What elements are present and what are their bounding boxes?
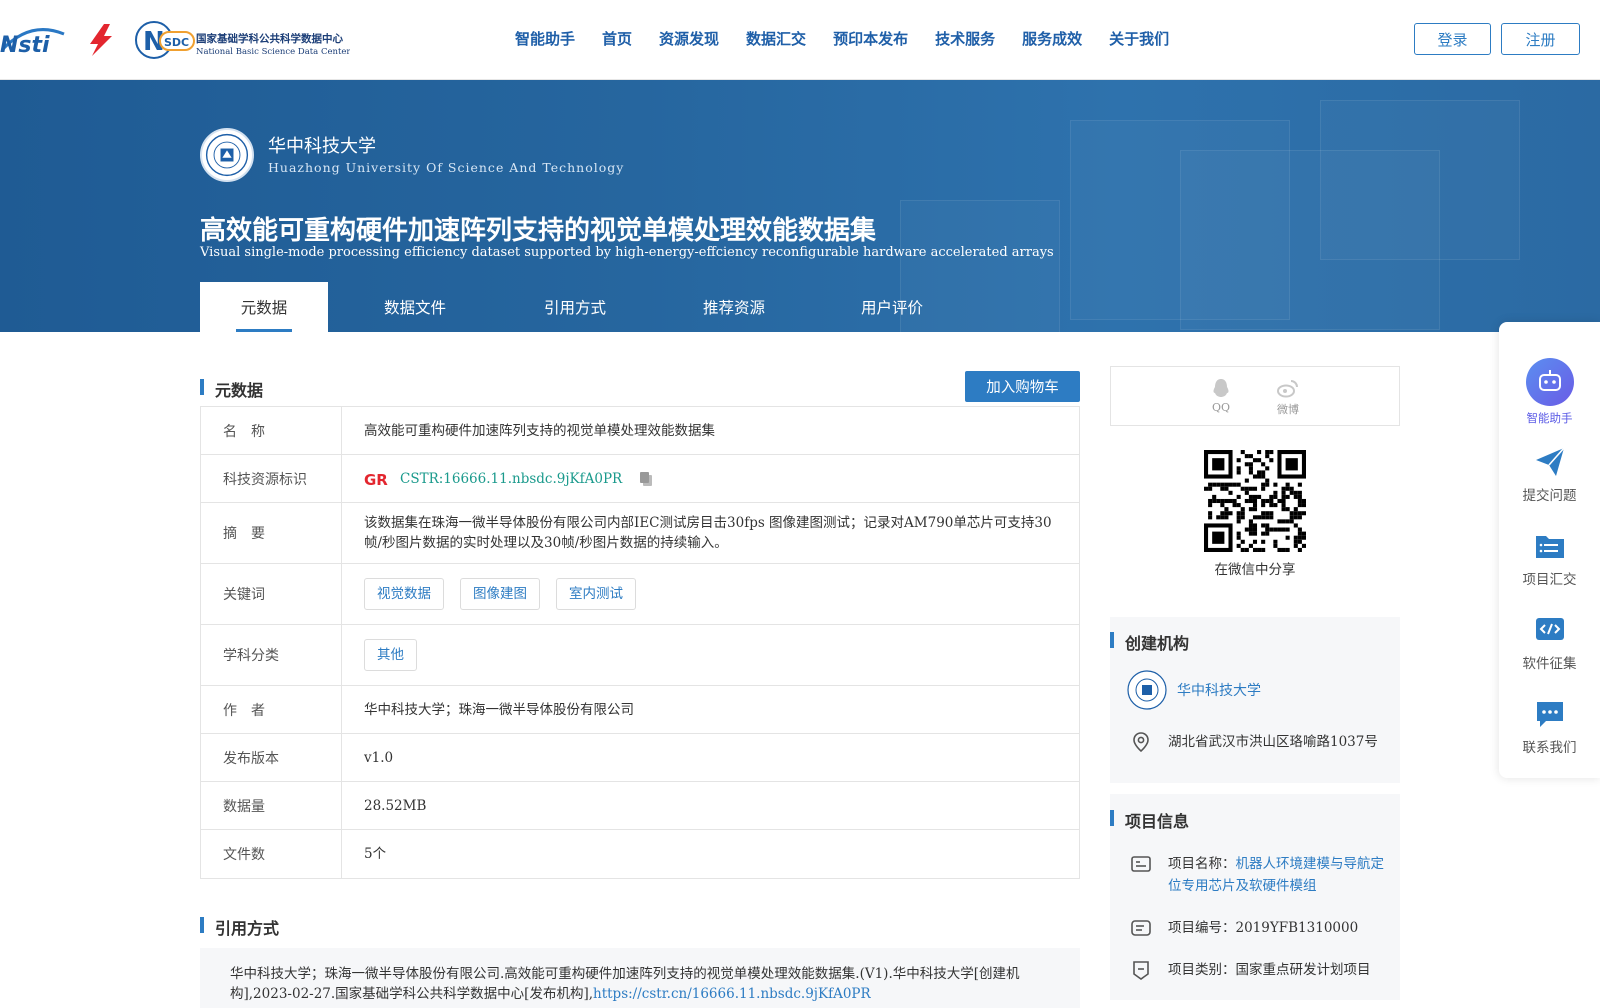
keyword-tag[interactable]: 视觉数据 xyxy=(364,578,444,610)
detail-tabs: 元数据 数据文件 引用方式 推荐资源 用户评价 xyxy=(200,282,964,332)
copy-icon[interactable] xyxy=(638,471,654,487)
share-box: QQ 微博 xyxy=(1110,366,1400,426)
project-type: 国家重点研发计划项目 xyxy=(1235,962,1371,978)
nav-service-results[interactable]: 服务成效 xyxy=(1022,28,1082,49)
dataset-version: v1.0 xyxy=(364,749,394,766)
dataset-size: 28.52MB xyxy=(364,797,427,814)
folder-list-icon xyxy=(1535,536,1564,558)
dataset-authors: 华中科技大学；珠海一微半导体股份有限公司 xyxy=(364,701,634,718)
shield-icon xyxy=(1133,961,1149,980)
table-row: 摘 要 该数据集在珠海一微半导体股份有限公司内部IEC测试房目击30fps 图像… xyxy=(201,503,1079,564)
project-code-row: 项目编号：2019YFB1310000 xyxy=(1130,917,1390,939)
dataset-title: 高效能可重构硬件加速阵列支持的视觉单模处理效能数据集 xyxy=(200,216,877,246)
nsdc-logo[interactable]: N SDC 国家基础学科公共科学数据中心 National Basic Scie… xyxy=(134,20,350,60)
svg-text:Nsti: Nsti xyxy=(0,33,50,56)
tab-metadata[interactable]: 元数据 xyxy=(200,282,328,332)
creator-logo xyxy=(1127,670,1167,710)
dataset-name: 高效能可重构硬件加速阵列支持的视觉单模处理效能数据集 xyxy=(364,422,715,439)
nav-resource-discovery[interactable]: 资源发现 xyxy=(659,28,719,49)
svg-text:National Basic Science Data Ce: National Basic Science Data Center xyxy=(196,47,350,57)
citation-section-title: 引用方式 xyxy=(200,915,279,939)
project-section-title: 项目信息 xyxy=(1110,808,1189,832)
login-button[interactable]: 登录 xyxy=(1414,23,1491,55)
nav-home[interactable]: 首页 xyxy=(602,28,632,49)
table-row: 文件数 5个 xyxy=(201,830,1079,878)
metadata-table: 名 称 高效能可重构硬件加速阵列支持的视觉单模处理效能数据集 科技资源标识 GR… xyxy=(200,406,1080,879)
project-type-row: 项目类别：国家重点研发计划项目 xyxy=(1130,959,1390,981)
cstr-text: CSTR:16666.11.nbsdc.9jKfA0PR xyxy=(400,470,623,487)
id-card-icon xyxy=(1131,920,1151,936)
dataset-file-count: 5个 xyxy=(364,846,387,862)
university-logo xyxy=(200,128,254,182)
wechat-share-caption: 在微信中分享 xyxy=(1214,562,1296,578)
keyword-tag[interactable]: 室内测试 xyxy=(556,578,636,610)
float-contact-us[interactable]: 联系我们 xyxy=(1499,698,1600,756)
main-nav: 智能助手 首页 资源发现 数据汇交 预印本发布 技术服务 服务成效 关于我们 xyxy=(515,28,1169,49)
tab-user-reviews[interactable]: 用户评价 xyxy=(820,282,964,332)
float-ai-assistant[interactable]: 智能助手 xyxy=(1499,358,1600,426)
svg-text:国家基础学科公共科学数据中心: 国家基础学科公共科学数据中心 xyxy=(196,32,343,45)
weibo-icon xyxy=(1277,380,1298,398)
creator-name-link[interactable]: 华中科技大学 xyxy=(1177,680,1261,700)
project-name-row: 项目名称：机器人环境建模与导航定位专用芯片及软硬件模组 xyxy=(1130,853,1390,897)
share-qq[interactable]: QQ xyxy=(1210,377,1232,425)
cstr-logo-icon: GR xyxy=(364,471,388,487)
float-software-call[interactable]: 软件征集 xyxy=(1499,614,1600,672)
table-row: 学科分类 其他 xyxy=(201,625,1079,686)
qq-icon xyxy=(1213,379,1229,397)
tab-recommended[interactable]: 推荐资源 xyxy=(648,282,820,332)
table-row: 数据量 28.52MB xyxy=(201,782,1079,830)
float-project-submission[interactable]: 项目汇交 xyxy=(1499,530,1600,588)
university-name: 华中科技大学 xyxy=(268,136,376,157)
document-icon xyxy=(1131,856,1151,872)
top-bar: Nsti N SDC 国家基础学科公共科学数据中心 National Basic… xyxy=(0,0,1600,80)
paper-plane-icon xyxy=(1535,447,1565,476)
nav-tech-service[interactable]: 技术服务 xyxy=(935,28,995,49)
nav-about[interactable]: 关于我们 xyxy=(1109,28,1169,49)
table-row: 发布版本 v1.0 xyxy=(201,734,1079,782)
robot-icon xyxy=(1525,358,1574,406)
cstr-identifier[interactable]: GR CSTR:16666.11.nbsdc.9jKfA0PR xyxy=(364,469,654,489)
table-row: 名 称 高效能可重构硬件加速阵列支持的视觉单模处理效能数据集 xyxy=(201,407,1079,455)
keyword-tag[interactable]: 图像建图 xyxy=(460,578,540,610)
dataset-abstract: 该数据集在珠海一微半导体股份有限公司内部IEC测试房目击30fps 图像建图测试… xyxy=(364,515,1052,551)
code-icon xyxy=(1535,618,1564,640)
project-code: 2019YFB1310000 xyxy=(1235,920,1359,936)
svg-text:GR: GR xyxy=(364,471,388,487)
nav-ai-assistant[interactable]: 智能助手 xyxy=(515,28,575,49)
tab-citation[interactable]: 引用方式 xyxy=(502,282,648,332)
add-to-cart-button[interactable]: 加入购物车 xyxy=(965,371,1080,402)
tab-data-files[interactable]: 数据文件 xyxy=(328,282,502,332)
location-icon xyxy=(1133,732,1149,753)
floating-toolbar: 智能助手 提交问题 项目汇交 软件征集 联系我们 xyxy=(1499,322,1600,778)
subject-tag[interactable]: 其他 xyxy=(364,639,417,671)
table-row: 关键词 视觉数据 图像建图 室内测试 xyxy=(201,564,1079,625)
dataset-title-en: Visual single-mode processing efficiency… xyxy=(200,245,1054,260)
metadata-section-title: 元数据 xyxy=(200,377,263,401)
table-row: 作 者 华中科技大学；珠海一微半导体股份有限公司 xyxy=(201,686,1079,734)
nav-data-submission[interactable]: 数据汇交 xyxy=(746,28,806,49)
nav-preprint[interactable]: 预印本发布 xyxy=(833,28,908,49)
chat-icon xyxy=(1536,702,1563,727)
nsti-logo[interactable]: Nsti xyxy=(0,24,66,56)
table-row: 科技资源标识 GR CSTR:16666.11.nbsdc.9jKfA0PR xyxy=(201,455,1079,503)
creator-section-title: 创建机构 xyxy=(1110,630,1189,654)
wechat-qr-code xyxy=(1204,450,1306,552)
share-weibo[interactable]: 微博 xyxy=(1276,377,1300,425)
cas-logo[interactable] xyxy=(82,22,120,58)
register-button[interactable]: 注册 xyxy=(1501,23,1580,55)
float-submit-question[interactable]: 提交问题 xyxy=(1499,446,1600,504)
creator-address: 湖北省武汉市洪山区珞喻路1037号 xyxy=(1168,734,1378,750)
university-name-en: Huazhong University Of Science And Techn… xyxy=(268,160,625,175)
citation-box: 华中科技大学；珠海一微半导体股份有限公司.高效能可重构硬件加速阵列支持的视觉单模… xyxy=(200,948,1080,1008)
creator-address-row: 湖北省武汉市洪山区珞喻路1037号 xyxy=(1130,731,1390,753)
svg-text:SDC: SDC xyxy=(164,36,189,49)
